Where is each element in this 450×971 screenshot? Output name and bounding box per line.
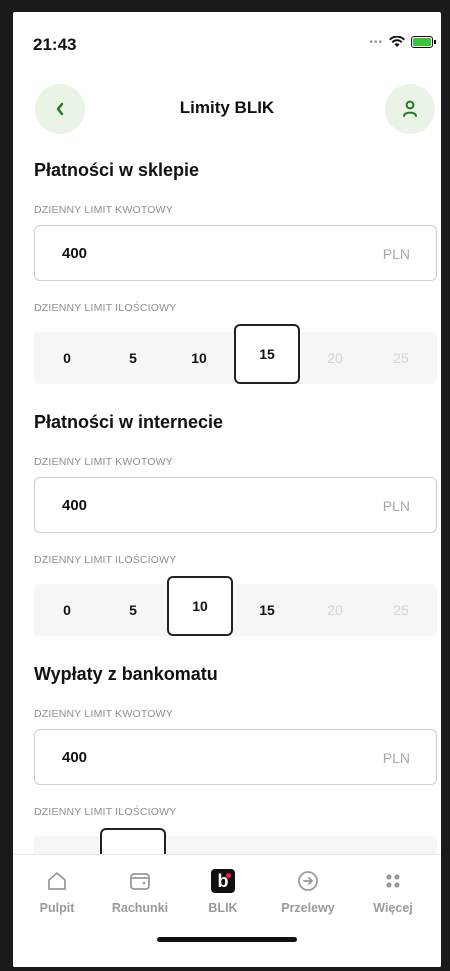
count-option-5[interactable]: 5 bbox=[100, 332, 166, 384]
bottom-tab-bar: Pulpit Rachunki b BLIK Przelewy Więcej bbox=[13, 854, 441, 967]
tab-label: BLIK bbox=[208, 901, 238, 915]
page-title: Limity BLIK bbox=[179, 98, 275, 117]
amount-limit-label: DZIENNY LIMIT KWOTOWY bbox=[34, 204, 173, 216]
home-indicator bbox=[157, 937, 297, 942]
count-limit-picker: 0 5 10 15 20 25 bbox=[34, 576, 437, 636]
amount-value: 400 bbox=[62, 749, 88, 766]
battery-icon bbox=[411, 36, 436, 48]
wallet-icon bbox=[130, 873, 150, 890]
count-option-25: 25 bbox=[393, 350, 409, 366]
count-option-5[interactable]: 5 bbox=[100, 584, 166, 636]
count-option-0[interactable]: 0 bbox=[34, 584, 100, 636]
section-title: Wypłaty z bankomatu bbox=[34, 664, 218, 684]
status-bar: 21:43 ••• bbox=[13, 12, 441, 72]
count-option-20: 20 bbox=[327, 602, 343, 618]
amount-limit-label: DZIENNY LIMIT KWOTOWY bbox=[34, 708, 173, 720]
amount-value: 400 bbox=[62, 245, 88, 262]
count-option-10-selected[interactable]: 10 bbox=[167, 576, 233, 636]
section-title: Płatności w sklepie bbox=[34, 160, 200, 180]
tab-label: Przelewy bbox=[281, 901, 335, 915]
profile-button[interactable] bbox=[385, 84, 435, 134]
tab-label: Pulpit bbox=[39, 901, 75, 915]
status-time: 21:43 bbox=[33, 35, 77, 54]
tab-przelewy[interactable]: Przelewy bbox=[268, 867, 348, 915]
section-title: Płatności w internecie bbox=[34, 412, 224, 432]
currency-label: PLN bbox=[382, 750, 410, 766]
tab-wiecej[interactable]: Więcej bbox=[353, 867, 433, 915]
signal-dots-icon: ••• bbox=[369, 36, 383, 48]
count-option-0[interactable]: 0 bbox=[34, 332, 100, 384]
tab-rachunki[interactable]: Rachunki bbox=[100, 867, 180, 915]
tab-pulpit[interactable]: Pulpit bbox=[17, 867, 97, 915]
tab-label: Więcej bbox=[373, 901, 413, 915]
count-option-10[interactable]: 10 bbox=[166, 332, 232, 384]
count-limit-picker: 0 5 10 15 20 25 bbox=[34, 324, 437, 384]
header: Limity BLIK bbox=[13, 84, 441, 144]
tab-label: Rachunki bbox=[111, 901, 169, 915]
status-icons: ••• bbox=[369, 36, 436, 48]
tab-blik[interactable]: b BLIK bbox=[183, 867, 263, 915]
currency-label: PLN bbox=[382, 498, 410, 514]
count-option-15-selected[interactable]: 15 bbox=[234, 324, 300, 384]
amount-limit-input[interactable]: 400 PLN bbox=[34, 477, 437, 533]
amount-limit-label: DZIENNY LIMIT KWOTOWY bbox=[34, 456, 173, 468]
count-option-25: 25 bbox=[393, 602, 409, 618]
amount-value: 400 bbox=[62, 497, 88, 514]
home-icon bbox=[48, 872, 66, 890]
amount-limit-input[interactable]: 400 PLN bbox=[34, 729, 437, 785]
count-limit-label: DZIENNY LIMIT ILOŚCIOWY bbox=[34, 302, 177, 314]
more-icon bbox=[386, 874, 400, 888]
count-option-20: 20 bbox=[327, 350, 343, 366]
user-icon bbox=[403, 100, 417, 117]
amount-limit-input[interactable]: 400 PLN bbox=[34, 225, 437, 281]
wifi-icon bbox=[389, 36, 405, 47]
count-limit-label: DZIENNY LIMIT ILOŚCIOWY bbox=[34, 554, 177, 566]
app-screen: 21:43 ••• Limity BLIK Płatności w sklepi… bbox=[13, 12, 441, 967]
count-option-15[interactable]: 15 bbox=[234, 584, 300, 636]
transfer-icon bbox=[298, 871, 318, 891]
currency-label: PLN bbox=[382, 246, 410, 262]
count-limit-label: DZIENNY LIMIT ILOŚCIOWY bbox=[34, 806, 177, 818]
blik-icon: b bbox=[211, 869, 235, 893]
